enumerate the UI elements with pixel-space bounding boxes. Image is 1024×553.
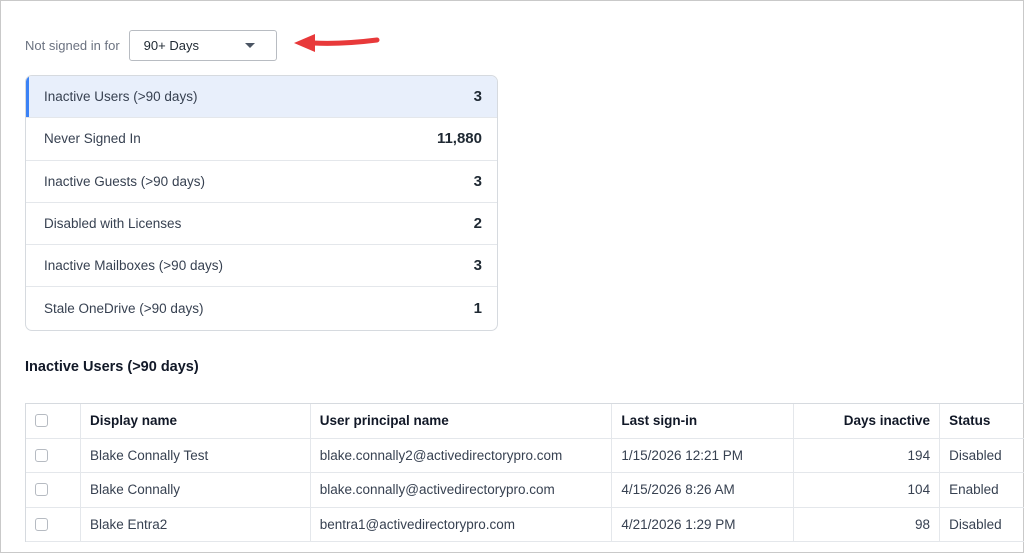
section-title: Inactive Users (>90 days): [25, 359, 199, 375]
stat-value: 3: [473, 88, 482, 106]
row-select-cell: [26, 438, 81, 472]
stat-label: Never Signed In: [44, 131, 141, 147]
display-name-cell: Blake Connally Test: [81, 438, 311, 472]
stat-label: Inactive Mailboxes (>90 days): [44, 258, 223, 274]
filter-label: Not signed in for: [25, 37, 120, 53]
column-header-status[interactable]: Status: [940, 404, 1024, 438]
stat-value: 3: [473, 257, 482, 275]
days-inactive-cell: 104: [794, 473, 941, 507]
column-header-days-inactive[interactable]: Days inactive: [794, 404, 941, 438]
status-cell: Enabled: [949, 482, 999, 498]
stat-value: 2: [473, 215, 482, 233]
table-row[interactable]: Blake Entra2 bentra1@activedirectorypro.…: [26, 507, 1024, 542]
row-checkbox[interactable]: [35, 483, 48, 497]
upn-cell: bentra1@activedirectorypro.com: [311, 507, 613, 541]
inactivity-filter: Not signed in for 90+ Days: [25, 29, 277, 61]
last-sign-in-cell: 4/15/2026 8:26 AM: [612, 473, 795, 507]
last-sign-in-cell: 1/15/2026 12:21 PM: [612, 438, 795, 472]
display-name-cell: Blake Connally: [81, 473, 311, 507]
status-cell: Disabled: [949, 516, 1002, 532]
table-row[interactable]: Blake Connally blake.connally@activedire…: [26, 473, 1024, 508]
summary-card: Inactive Users (>90 days) 3 Never Signed…: [25, 75, 498, 331]
stat-inactive-users[interactable]: Inactive Users (>90 days) 3: [26, 76, 497, 119]
stat-value: 1: [473, 300, 482, 318]
inactive-users-table: Display name User principal name Last si…: [25, 403, 1024, 542]
status-cell: Disabled: [949, 447, 1002, 463]
row-checkbox[interactable]: [35, 517, 48, 531]
column-header-upn[interactable]: User principal name: [311, 404, 613, 438]
stat-stale-onedrive[interactable]: Stale OneDrive (>90 days) 1: [26, 287, 497, 329]
days-dropdown-value: 90+ Days: [143, 37, 199, 53]
column-header-display-name[interactable]: Display name: [81, 404, 311, 438]
stat-inactive-mailboxes[interactable]: Inactive Mailboxes (>90 days) 3: [26, 245, 497, 288]
days-inactive-cell: 194: [794, 438, 941, 472]
days-dropdown[interactable]: 90+ Days: [128, 29, 277, 61]
stat-label: Disabled with Licenses: [44, 216, 182, 232]
app-frame: Not signed in for 90+ Days Inactive User…: [0, 0, 1024, 553]
table-header-row: Display name User principal name Last si…: [26, 404, 1024, 439]
days-inactive-cell: 98: [794, 507, 941, 541]
table-row[interactable]: Blake Connally Test blake.connally2@acti…: [26, 438, 1024, 473]
row-checkbox[interactable]: [35, 448, 48, 462]
select-all-cell: [26, 404, 81, 438]
stat-inactive-guests[interactable]: Inactive Guests (>90 days) 3: [26, 161, 497, 203]
stat-label: Inactive Guests (>90 days): [44, 173, 205, 189]
column-header-last-sign-in[interactable]: Last sign-in: [612, 404, 795, 438]
row-select-cell: [26, 507, 81, 541]
stat-label: Stale OneDrive (>90 days): [44, 301, 204, 317]
red-arrow-icon: [294, 34, 380, 52]
last-sign-in-cell: 4/21/2026 1:29 PM: [612, 507, 795, 541]
chevron-down-icon: [244, 42, 255, 48]
stat-value: 3: [473, 172, 482, 190]
upn-cell: blake.connally2@activedirectorypro.com: [311, 438, 613, 472]
stat-disabled-with-licenses[interactable]: Disabled with Licenses 2: [26, 203, 497, 246]
display-name-cell: Blake Entra2: [81, 507, 311, 541]
stat-never-signed-in[interactable]: Never Signed In 11,880: [26, 118, 497, 161]
stat-label: Inactive Users (>90 days): [44, 89, 198, 105]
upn-cell: blake.connally@activedirectorypro.com: [311, 473, 613, 507]
row-select-cell: [26, 473, 81, 507]
stat-value: 11,880: [436, 130, 482, 148]
select-all-checkbox[interactable]: [35, 414, 48, 428]
